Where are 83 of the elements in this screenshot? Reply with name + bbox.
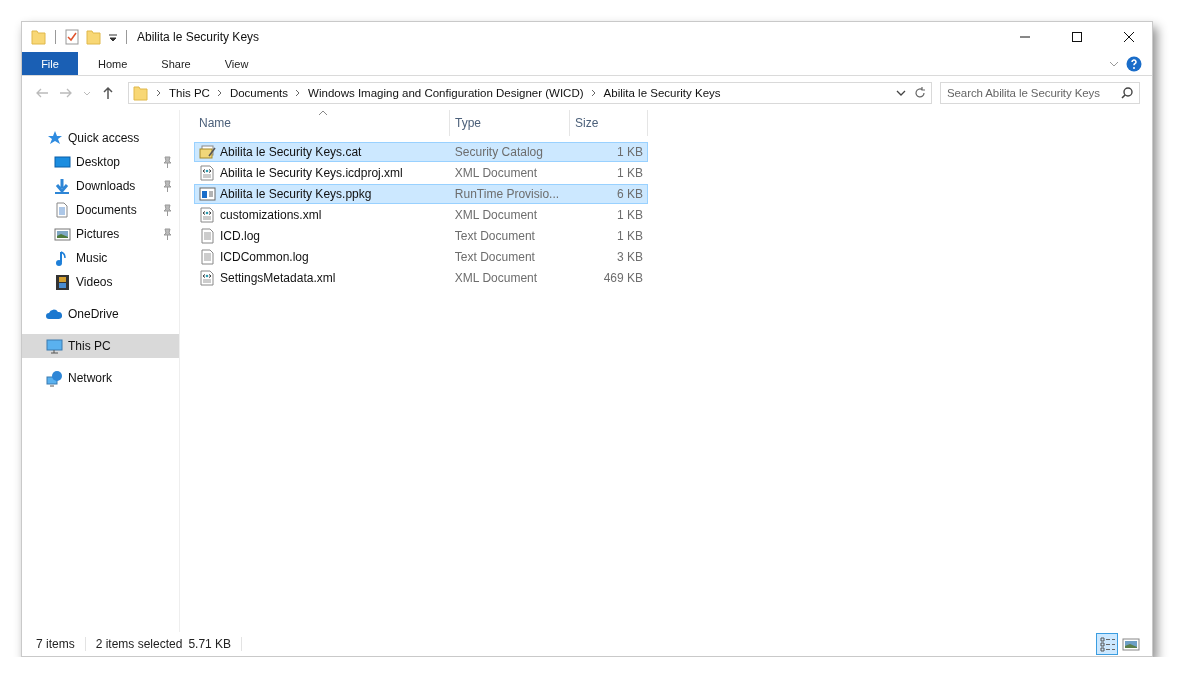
sidebar-item[interactable]: Downloads	[22, 174, 179, 198]
help-icon[interactable]	[1126, 55, 1142, 72]
window-title: Abilita le Security Keys	[137, 30, 260, 44]
file-row[interactable]: customizations.xml XML Document 1 KB	[194, 205, 648, 225]
ribbon-tab[interactable]: Share	[147, 52, 205, 75]
sidebar-item[interactable]: OneDrive	[22, 302, 179, 326]
file-type: XML Document	[453, 208, 539, 222]
breadcrumb[interactable]: This PC	[169, 87, 210, 99]
view-icon	[1122, 635, 1140, 653]
breadcrumb[interactable]: Abilita le Security Keys	[603, 87, 721, 99]
file-type: Text Document	[453, 229, 536, 243]
breadcrumb[interactable]: Windows Imaging and Configuration Designer (WICD)	[308, 87, 584, 99]
sidebar-item[interactable]: Music	[22, 246, 179, 270]
file-type: Text Document	[453, 250, 536, 264]
text-file-icon	[199, 228, 216, 244]
file-row[interactable]: Abilita le Security Keys.ppkg RunTime Provisio... 6 KB	[194, 184, 648, 204]
sidebar-item[interactable]: Network	[22, 366, 179, 390]
network-icon	[46, 369, 63, 387]
file-size: 1 KB	[616, 229, 644, 243]
column-header[interactable]: Type	[450, 110, 570, 136]
details-view-button[interactable]	[1096, 633, 1118, 655]
chevron-icon	[589, 88, 598, 98]
ribbon-tab[interactable]: View	[210, 52, 263, 75]
file-menu-button[interactable]: File	[22, 52, 78, 75]
ribbon-tab[interactable]: Home	[84, 52, 142, 75]
folder-icon	[133, 85, 149, 101]
document-icon	[54, 201, 71, 219]
package-file-icon	[199, 186, 216, 202]
search-field[interactable]: Search Abilita le Security Keys	[940, 82, 1140, 104]
file-type: Security Catalog	[453, 145, 544, 159]
monitor-icon	[46, 337, 63, 355]
sidebar-item[interactable]: Pictures	[22, 222, 179, 246]
desktop-icon	[54, 153, 71, 171]
selection-size: 5.71 KB	[188, 637, 232, 651]
text-file-icon	[199, 249, 216, 265]
sidebar-item[interactable]: Desktop	[22, 150, 179, 174]
film-icon	[54, 273, 71, 291]
file-name: Abilita le Security Keys.ppkg	[220, 187, 372, 201]
maximize-icon	[1071, 31, 1083, 43]
chevron-icon	[155, 88, 163, 98]
file-type: XML Document	[453, 271, 539, 285]
search-icon	[1120, 86, 1134, 100]
file-name: ICDCommon.log	[220, 250, 309, 264]
file-size: 3 KB	[616, 250, 644, 264]
file-size: 469 KB	[602, 271, 644, 285]
file-size: 1 KB	[616, 166, 644, 180]
file-name: Abilita le Security Keys.icdproj.xml	[220, 166, 403, 180]
xml-file-icon	[199, 207, 216, 223]
picture-icon	[54, 225, 71, 243]
file-row[interactable]: SettingsMetadata.xml XML Document 469 KB	[194, 268, 648, 288]
file-size: 1 KB	[616, 208, 644, 222]
file-name: ICD.log	[220, 229, 260, 243]
file-size: 1 KB	[616, 145, 644, 159]
chevron-icon	[215, 88, 224, 98]
file-name: SettingsMetadata.xml	[220, 271, 336, 285]
breadcrumb[interactable]: Documents	[229, 87, 289, 99]
file-row[interactable]: Abilita le Security Keys.icdproj.xml XML Document 1 KB	[194, 163, 648, 183]
file-row[interactable]: ICDCommon.log Text Document 3 KB	[194, 247, 648, 267]
view-icon	[1098, 635, 1116, 653]
file-name: Abilita le Security Keys.cat	[220, 145, 362, 159]
file-row[interactable]: ICD.log Text Document 1 KB	[194, 226, 648, 246]
close-icon	[1123, 31, 1135, 43]
file-row[interactable]: Abilita le Security Keys.cat Security Catalog 1 KB	[194, 142, 648, 162]
sidebar-item[interactable]: Documents	[22, 198, 179, 222]
column-header[interactable]: Name	[194, 110, 450, 136]
certificate-icon	[199, 144, 216, 160]
file-type: RunTime Provisio...	[453, 187, 561, 201]
file-type: XML Document	[453, 166, 539, 180]
sidebar-item[interactable]: Videos	[22, 270, 179, 294]
properties-icon[interactable]	[64, 29, 80, 45]
star-icon	[46, 129, 63, 147]
refresh-icon[interactable]	[913, 86, 927, 100]
xml-file-icon	[199, 165, 216, 181]
item-count: 7 items	[36, 637, 75, 651]
file-name: customizations.xml	[220, 208, 322, 222]
sidebar-item[interactable]: Quick access	[22, 126, 179, 150]
column-header[interactable]: Size	[570, 110, 648, 136]
address-bar[interactable]: This PC Documents Windows Imaging and Configuration Designer (WICD) Abilita le Security Keys	[128, 82, 932, 104]
xml-file-icon	[199, 270, 216, 286]
selection-count: 2 items selected	[95, 637, 183, 651]
sidebar-item[interactable]: This PC	[22, 334, 179, 358]
down-arrow-icon	[54, 177, 71, 195]
file-size: 6 KB	[616, 187, 644, 201]
